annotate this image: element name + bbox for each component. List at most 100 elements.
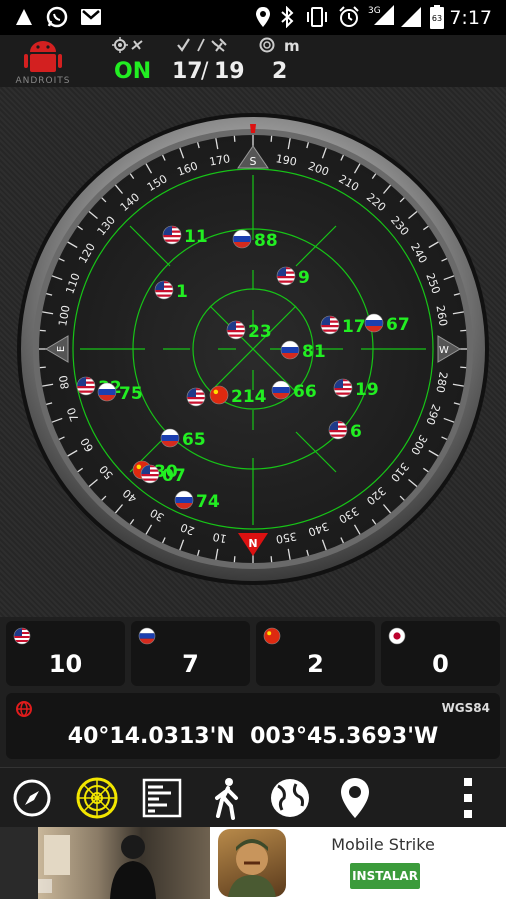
alarm-icon bbox=[338, 6, 360, 28]
ad-install-button[interactable]: INSTALAR bbox=[350, 863, 420, 889]
satellite-67[interactable]: 67 bbox=[364, 313, 410, 335]
glonass-count: 7 bbox=[182, 650, 199, 678]
battery-icon: 63 bbox=[430, 5, 444, 29]
globe-button[interactable] bbox=[266, 774, 314, 822]
tick bbox=[460, 366, 467, 369]
signal-bars-button[interactable] bbox=[138, 774, 186, 822]
satellite-id: 66 bbox=[293, 382, 317, 402]
satellite-id: 6 bbox=[350, 422, 362, 442]
clock: 7:17 bbox=[449, 7, 492, 29]
satellite-23[interactable]: 23 bbox=[226, 320, 272, 342]
map-pin-icon bbox=[341, 778, 369, 818]
bottom-toolbar bbox=[0, 767, 506, 828]
bluetooth-icon bbox=[280, 6, 294, 28]
vibrate-icon bbox=[305, 6, 329, 28]
south-label: S bbox=[250, 155, 257, 168]
china-flag-icon bbox=[263, 627, 281, 645]
satellite-11[interactable]: 11 bbox=[162, 225, 208, 247]
sky-view-panel: 10 20 30 40 50 60 70 80 100 110 120 130 140 150 160 170… bbox=[0, 87, 506, 617]
soldier-icon bbox=[228, 839, 276, 897]
north-label: N bbox=[248, 537, 257, 550]
up-arrow-icon bbox=[14, 6, 34, 28]
satellite-id: 75 bbox=[119, 384, 143, 404]
satellite-81[interactable]: 81 bbox=[280, 340, 326, 362]
walk-button[interactable] bbox=[203, 774, 251, 822]
location-icon bbox=[255, 6, 271, 28]
satellite-id: 1 bbox=[176, 282, 188, 302]
compass-button[interactable] bbox=[8, 774, 56, 822]
card-glonass[interactable]: 7 bbox=[131, 621, 250, 686]
gmail-icon bbox=[80, 6, 102, 28]
app-logo[interactable]: ANDROITS bbox=[12, 38, 74, 86]
satellite-id: 11 bbox=[184, 227, 208, 247]
app-header: ANDROITS m ON 17 / 19 2 bbox=[0, 35, 506, 87]
degree-label: 80 bbox=[57, 374, 72, 390]
ad-right-strip bbox=[478, 827, 506, 899]
accuracy-unit: m bbox=[284, 37, 300, 55]
gps-count: 10 bbox=[48, 650, 83, 678]
beidou-count: 2 bbox=[307, 650, 324, 678]
coordinates: 40°14.0313'N 003°45.3693'W bbox=[6, 724, 500, 749]
walk-icon bbox=[215, 778, 238, 820]
sats-used: 17 bbox=[172, 59, 203, 84]
japan-flag-icon bbox=[388, 627, 406, 645]
ad-video-thumbnail[interactable] bbox=[38, 827, 210, 899]
sats-total: 19 bbox=[214, 59, 245, 84]
qzss-count: 0 bbox=[432, 650, 449, 678]
gps-state: ON bbox=[114, 59, 152, 84]
accuracy-icon bbox=[258, 37, 276, 57]
ad-app-icon[interactable] bbox=[218, 829, 286, 897]
us-flag-icon bbox=[13, 627, 31, 645]
datum-label: WGS84 bbox=[441, 701, 490, 715]
satellite-id: 88 bbox=[254, 231, 278, 251]
satellite-17[interactable]: 17 bbox=[320, 315, 366, 337]
satellite-214[interactable]: 214 bbox=[209, 385, 267, 407]
card-gps[interactable]: 10 bbox=[6, 621, 125, 686]
satellite-88[interactable]: 88 bbox=[232, 229, 278, 251]
card-beidou[interactable]: 2 bbox=[256, 621, 375, 686]
satellite-66[interactable]: 66 bbox=[271, 380, 317, 402]
compass-icon bbox=[13, 779, 51, 817]
sky-radar[interactable]: 1020304050607080100110120130140150160 170… bbox=[0, 87, 506, 617]
degree-label: 10 bbox=[212, 530, 228, 545]
satellite-07[interactable]: 07 bbox=[140, 464, 186, 486]
satellite-unlabeled[interactable] bbox=[186, 387, 206, 407]
signal-icon bbox=[400, 6, 422, 28]
sats-used-icon bbox=[176, 37, 236, 57]
satellite-19[interactable]: 19 bbox=[333, 378, 379, 400]
card-qzss[interactable]: 0 bbox=[381, 621, 500, 686]
constellation-summary: 10 7 2 0 WGS84 40°14.0313'N 003°45.3693'… bbox=[0, 617, 506, 767]
tick bbox=[460, 329, 467, 332]
tick bbox=[270, 556, 273, 563]
satellite-id: 214 bbox=[231, 387, 267, 407]
status-bar: 3G 63 7:17 bbox=[0, 0, 506, 35]
satellite-id: 19 bbox=[355, 380, 379, 400]
tick bbox=[233, 135, 236, 142]
position-card[interactable]: WGS84 40°14.0313'N 003°45.3693'W bbox=[6, 693, 500, 759]
battery-level: 63 bbox=[432, 14, 442, 23]
russia-flag-icon bbox=[138, 627, 156, 645]
map-pin-button[interactable] bbox=[331, 774, 379, 822]
satellite-id: 81 bbox=[302, 342, 326, 362]
satellite-74[interactable]: 74 bbox=[174, 490, 220, 512]
signal-3g-icon: 3G bbox=[366, 4, 396, 26]
tick bbox=[233, 556, 236, 563]
satellite-65[interactable]: 65 bbox=[160, 428, 206, 450]
satellite-id: 74 bbox=[196, 492, 220, 512]
more-button[interactable] bbox=[448, 774, 488, 822]
ad-title: Mobile Strike bbox=[331, 835, 435, 854]
signal-bars-icon bbox=[142, 778, 182, 818]
ad-banner[interactable]: Mobile Strike INSTALAR bbox=[0, 827, 506, 899]
ad-video-figure bbox=[44, 835, 156, 899]
longitude: 003°45.3693'W bbox=[250, 724, 439, 749]
more-icon bbox=[464, 778, 472, 818]
satellite-id: 9 bbox=[298, 268, 310, 288]
accuracy-value: 2 bbox=[272, 59, 288, 84]
radar-button[interactable] bbox=[73, 774, 121, 822]
east-label: E bbox=[56, 346, 67, 352]
radar-icon bbox=[76, 777, 118, 819]
satellite-id: 65 bbox=[182, 430, 206, 450]
tick bbox=[39, 366, 46, 369]
satellite-75[interactable]: 75 bbox=[97, 382, 143, 404]
ad-left-strip bbox=[0, 827, 38, 899]
